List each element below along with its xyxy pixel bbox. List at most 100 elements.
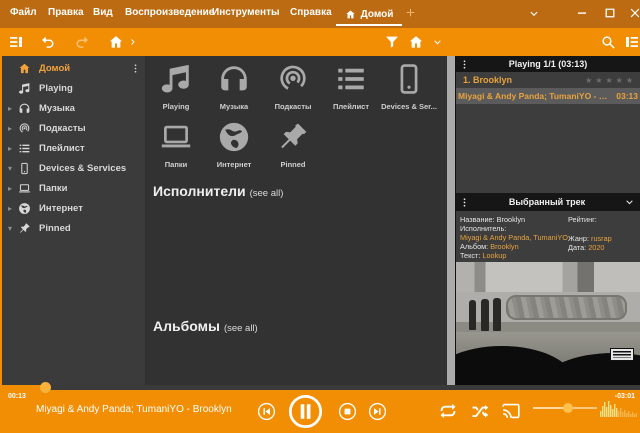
expand-arrow[interactable]: ▸ — [2, 104, 18, 113]
filter-home-icon[interactable] — [408, 34, 424, 50]
undo-icon[interactable] — [40, 34, 56, 50]
queue-header[interactable]: Playing 1/1 (03:13) — [456, 56, 640, 72]
sidebar-item-internet[interactable]: ▸ Интернет — [2, 198, 147, 218]
expand-arrow[interactable]: ▸ — [2, 184, 18, 193]
maximize-icon[interactable] — [603, 6, 617, 20]
player-track-title: Miyagi & Andy Panda; TumaniYO - Brooklyn — [36, 404, 232, 415]
track-info: Название: Brooklyn Исполнитель: Miyagi &… — [456, 211, 640, 262]
tab-underline — [336, 24, 402, 26]
albums-section-heading: Альбомы (see all) — [153, 318, 258, 334]
sidebar-item-label: Плейлист — [39, 143, 147, 154]
playlist-icon — [334, 62, 368, 96]
menu-view[interactable]: Вид — [93, 7, 113, 18]
sidebar-item-music[interactable]: ▸ Музыка — [2, 98, 147, 118]
next-button[interactable] — [368, 402, 387, 421]
filter-chevron-icon[interactable] — [432, 37, 443, 48]
grid-item-podcasts[interactable]: Подкасты — [264, 62, 322, 111]
sidebar-item-folders[interactable]: ▸ Папки — [2, 178, 147, 198]
dots-menu-icon[interactable] — [459, 59, 470, 70]
home-nav-icon[interactable] — [108, 34, 124, 50]
pause-button[interactable] — [288, 394, 323, 429]
grid-item-devices[interactable]: Devices & Ser... — [380, 62, 438, 111]
artists-section-heading: Исполнители (see all) — [153, 183, 283, 199]
artist-links[interactable]: Miyagi & Andy Panda, TumaniYO — [460, 233, 568, 242]
grid-item-folders[interactable]: Папки — [147, 120, 205, 169]
sidebar-item-playlist[interactable]: ▸ Плейлист — [2, 138, 147, 158]
sidebar-toggle-icon[interactable] — [8, 34, 24, 50]
music-note-icon — [18, 82, 31, 95]
grid-item-playing[interactable]: Playing — [147, 62, 205, 111]
expand-arrow[interactable]: ▾ — [2, 224, 18, 233]
phone-icon — [392, 62, 426, 96]
albums-title: Альбомы — [153, 318, 220, 334]
volume-slider[interactable] — [533, 407, 597, 409]
selected-track-header[interactable]: Выбранный трек — [456, 193, 640, 211]
dots-menu-icon[interactable] — [459, 197, 470, 208]
lyrics-lookup-link[interactable]: Lookup — [482, 251, 506, 260]
grid-item-label: Музыка — [205, 102, 263, 111]
pin-icon — [276, 120, 310, 154]
forward-chevron-icon[interactable] — [128, 37, 138, 47]
queue-item-selected[interactable]: Miyagi & Andy Panda; TumaniYO - Brookl..… — [456, 88, 640, 104]
window-menu-chevron-icon[interactable] — [528, 8, 540, 20]
sidebar-item-home[interactable]: Домой — [2, 58, 147, 78]
tab-label: Домой — [361, 9, 394, 20]
podcast-icon — [276, 62, 310, 96]
podcast-icon — [18, 122, 31, 135]
shuffle-button[interactable] — [470, 401, 490, 421]
collapse-chevron-icon[interactable] — [624, 197, 635, 208]
queue-item[interactable]: 1. Brooklyn ★★★★★ — [456, 72, 640, 88]
search-icon[interactable] — [600, 34, 616, 50]
previous-button[interactable] — [257, 402, 276, 421]
menu-help[interactable]: Справка — [290, 7, 332, 18]
cast-button[interactable] — [500, 400, 522, 422]
minimize-icon[interactable] — [575, 6, 589, 20]
volume-handle[interactable] — [563, 403, 573, 413]
sidebar-item-podcasts[interactable]: ▸ Подкасты — [2, 118, 147, 138]
close-icon[interactable] — [628, 6, 640, 20]
artists-see-all-link[interactable]: (see all) — [250, 188, 284, 199]
menu-tools[interactable]: Инструменты — [212, 7, 280, 18]
filter-icon[interactable] — [384, 34, 400, 50]
tab-home[interactable]: Домой — [334, 0, 404, 28]
parental-advisory-label — [610, 348, 634, 361]
repeat-button[interactable] — [438, 401, 458, 421]
artists-title: Исполнители — [153, 183, 246, 199]
grid-item-internet[interactable]: Интернет — [205, 120, 263, 169]
seekbar-handle[interactable] — [40, 382, 51, 393]
sidebar-item-pinned[interactable]: ▾ Pinned — [2, 218, 147, 238]
now-playing-time: 03:13 — [616, 91, 638, 101]
album-link[interactable]: Brooklyn — [490, 242, 518, 251]
grid-item-pinned[interactable]: Pinned — [264, 120, 322, 169]
globe-icon — [18, 202, 31, 215]
seekbar[interactable] — [0, 385, 640, 390]
expand-arrow[interactable]: ▸ — [2, 204, 18, 213]
spacer — [568, 224, 612, 234]
stop-button[interactable] — [338, 402, 357, 421]
sidebar-item-label: Devices & Services — [39, 163, 147, 174]
rating-stars-icon[interactable]: ★★★★★ — [585, 76, 636, 85]
grid-item-playlist[interactable]: Плейлист — [322, 62, 380, 111]
albums-see-all-link[interactable]: (see all) — [224, 323, 258, 334]
right-panel-toggle-icon[interactable] — [624, 34, 640, 50]
expand-arrow[interactable]: ▾ — [2, 164, 18, 173]
menu-playback[interactable]: Воспроизведение — [125, 7, 214, 18]
menu-file[interactable]: Файл — [10, 7, 37, 18]
genre-link[interactable]: rusrap — [591, 234, 612, 243]
grid-item-music[interactable]: Музыка — [205, 62, 263, 111]
new-tab-icon[interactable] — [404, 6, 417, 19]
redo-icon[interactable] — [74, 34, 90, 50]
sidebar-item-playing[interactable]: Playing — [2, 78, 147, 98]
expand-arrow[interactable]: ▸ — [2, 124, 18, 133]
visualizer-icon[interactable] — [600, 399, 637, 419]
sidebar-item-devices[interactable]: ▾ Devices & Services — [2, 158, 147, 178]
expand-arrow[interactable]: ▸ — [2, 144, 18, 153]
track-info-left: Название: Brooklyn Исполнитель: Miyagi &… — [460, 215, 568, 260]
phone-icon — [18, 162, 31, 175]
scrollbar-thumb[interactable] — [447, 56, 455, 385]
content-scrollbar[interactable] — [447, 56, 455, 385]
date-link[interactable]: 2020 — [588, 243, 604, 252]
dots-menu-icon[interactable] — [130, 63, 141, 74]
menu-edit[interactable]: Правка — [48, 7, 84, 18]
grid-item-label: Плейлист — [322, 102, 380, 111]
